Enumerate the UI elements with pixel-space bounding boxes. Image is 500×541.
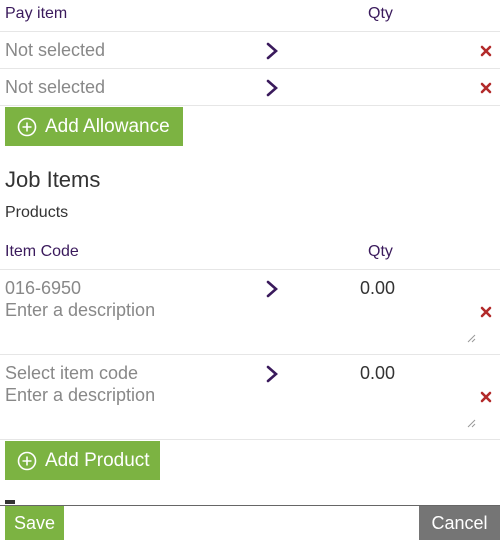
- add-allowance-button[interactable]: Add Allowance: [5, 107, 183, 146]
- close-icon[interactable]: [480, 82, 492, 94]
- close-icon[interactable]: [480, 45, 492, 57]
- pay-item-select[interactable]: Not selected: [5, 77, 105, 98]
- item-code-select[interactable]: 016-6950: [5, 278, 81, 299]
- close-icon[interactable]: [480, 391, 492, 403]
- chevron-right-icon[interactable]: [265, 42, 279, 60]
- save-button[interactable]: Save: [5, 506, 64, 540]
- qty-value[interactable]: 0.00: [360, 363, 395, 384]
- item-code-select[interactable]: Select item code: [5, 363, 138, 384]
- allowance-row[interactable]: Not selected: [0, 69, 500, 105]
- chevron-right-icon[interactable]: [265, 280, 279, 298]
- pay-item-header: Pay item: [5, 5, 68, 22]
- add-product-button[interactable]: Add Product: [5, 441, 160, 480]
- pay-item-select[interactable]: Not selected: [5, 40, 105, 61]
- cancel-button[interactable]: Cancel: [419, 506, 500, 540]
- allowance-row[interactable]: Not selected: [0, 32, 500, 68]
- plus-circle-icon: [17, 117, 37, 136]
- chevron-right-icon[interactable]: [265, 365, 279, 383]
- qty-header: Qty: [368, 5, 393, 22]
- chevron-right-icon[interactable]: [265, 79, 279, 97]
- section-title: Job Items: [5, 167, 101, 192]
- divider: [0, 439, 500, 440]
- plus-circle-icon: [17, 451, 37, 470]
- product-row: Select item code 0.00 Enter a descriptio…: [0, 355, 500, 439]
- divider: [0, 105, 500, 106]
- add-product-label: Add Product: [45, 449, 150, 471]
- product-row: 016-6950 0.00 Enter a description: [0, 270, 500, 354]
- description-field[interactable]: Enter a description: [5, 385, 155, 406]
- item-code-header: Item Code: [5, 243, 79, 260]
- description-field[interactable]: Enter a description: [5, 300, 155, 321]
- resize-handle-icon[interactable]: [467, 334, 476, 343]
- qty-header: Qty: [368, 243, 393, 260]
- resize-handle-icon[interactable]: [467, 419, 476, 428]
- close-icon[interactable]: [480, 306, 492, 318]
- cut-off-heading: [5, 500, 15, 504]
- add-allowance-label: Add Allowance: [45, 115, 170, 137]
- section-subtitle: Products: [5, 204, 69, 221]
- qty-value[interactable]: 0.00: [360, 278, 395, 299]
